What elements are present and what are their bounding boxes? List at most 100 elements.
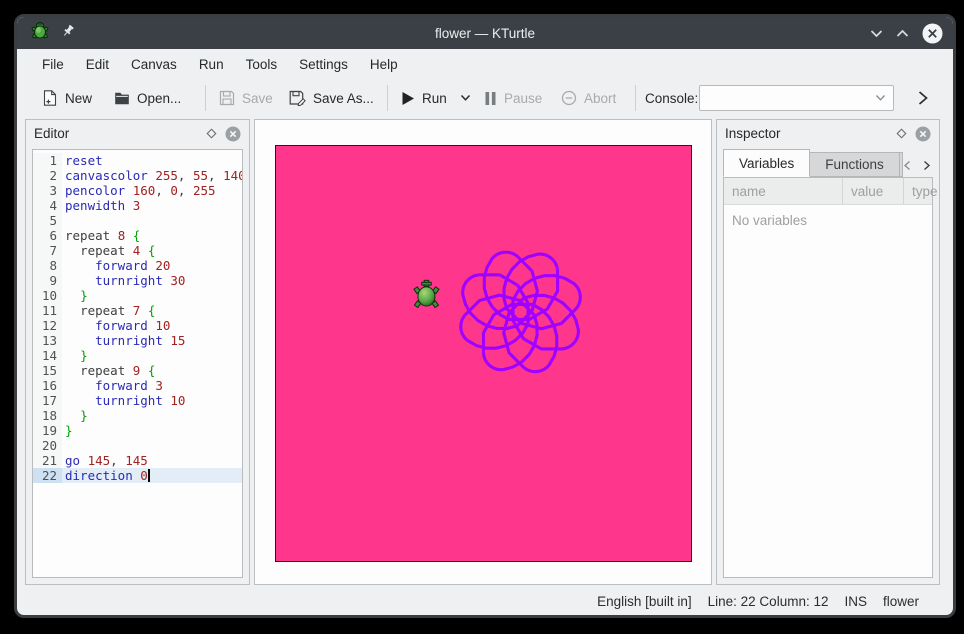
editor-panel-header: Editor — [26, 120, 249, 147]
editor-line-6[interactable]: 6repeat 8 { — [33, 228, 242, 243]
save-button: Save — [215, 83, 277, 113]
run-label: Run — [422, 91, 447, 106]
line-number: 15 — [33, 363, 62, 378]
menu-item-help[interactable]: Help — [359, 53, 409, 76]
line-text: go 145, 145 — [62, 453, 148, 468]
menu-item-canvas[interactable]: Canvas — [120, 53, 188, 76]
close-panel-icon[interactable] — [915, 126, 931, 142]
line-text: } — [62, 288, 88, 303]
status-language: English [built in] — [597, 594, 692, 609]
turtle-canvas[interactable] — [275, 145, 692, 562]
close-button[interactable] — [922, 23, 943, 44]
line-number: 2 — [33, 168, 62, 183]
toolbar-overflow-button[interactable] — [913, 83, 933, 113]
code-editor[interactable]: 1reset2canvascolor 255, 55, 1403pencolor… — [32, 149, 243, 578]
tab-functions[interactable]: Functions — [810, 152, 900, 177]
editor-line-5[interactable]: 5 — [33, 213, 242, 228]
column-name[interactable]: name — [724, 178, 843, 204]
open-folder-icon — [114, 90, 130, 106]
line-number: 21 — [33, 453, 62, 468]
line-text: } — [62, 423, 73, 438]
editor-line-21[interactable]: 21go 145, 145 — [33, 453, 242, 468]
window-title: flower — KTurtle — [17, 26, 953, 41]
editor-line-2[interactable]: 2canvascolor 255, 55, 140 — [33, 168, 242, 183]
line-number: 22 — [33, 468, 62, 483]
editor-line-7[interactable]: 7 repeat 4 { — [33, 243, 242, 258]
chevron-right-icon — [917, 90, 929, 106]
line-number: 20 — [33, 438, 62, 453]
line-text: turnright 15 — [62, 333, 185, 348]
line-text: canvascolor 255, 55, 140 — [62, 168, 243, 183]
line-number: 19 — [33, 423, 62, 438]
line-number: 17 — [33, 393, 62, 408]
toolbar-separator — [387, 85, 388, 111]
line-number: 11 — [33, 303, 62, 318]
editor-line-3[interactable]: 3pencolor 160, 0, 255 — [33, 183, 242, 198]
editor-line-11[interactable]: 11 repeat 7 { — [33, 303, 242, 318]
variables-table-header: name value type — [724, 178, 932, 205]
editor-line-16[interactable]: 16 forward 3 — [33, 378, 242, 393]
line-number: 7 — [33, 243, 62, 258]
menu-item-run[interactable]: Run — [188, 53, 235, 76]
toolbar-separator — [635, 85, 636, 111]
editor-line-8[interactable]: 8 forward 20 — [33, 258, 242, 273]
menu-item-tools[interactable]: Tools — [235, 53, 289, 76]
no-variables-text: No variables — [724, 205, 932, 228]
save-as-floppy-pencil-icon — [289, 90, 306, 106]
editor-line-20[interactable]: 20 — [33, 438, 242, 453]
line-number: 10 — [33, 288, 62, 303]
maximize-button[interactable] — [896, 29, 909, 38]
menu-item-edit[interactable]: Edit — [75, 53, 120, 76]
line-number: 8 — [33, 258, 62, 273]
line-text: repeat 7 { — [62, 303, 155, 318]
editor-line-18[interactable]: 18 } — [33, 408, 242, 423]
open-button[interactable]: Open... — [110, 83, 185, 113]
inspector-panel-header: Inspector — [717, 120, 939, 147]
editor-line-19[interactable]: 19} — [33, 423, 242, 438]
pin-icon[interactable] — [61, 24, 75, 43]
console-dropdown-icon — [875, 94, 886, 102]
float-panel-icon[interactable] — [206, 128, 217, 139]
column-value[interactable]: value — [843, 178, 904, 204]
line-text: repeat 8 { — [62, 228, 140, 243]
line-number: 12 — [33, 318, 62, 333]
tab-scroll-right-icon[interactable] — [922, 160, 931, 171]
editor-line-9[interactable]: 9 turnright 30 — [33, 273, 242, 288]
editor-line-4[interactable]: 4penwidth 3 — [33, 198, 242, 213]
line-number: 13 — [33, 333, 62, 348]
save-as-button[interactable]: Save As... — [285, 83, 378, 113]
editor-line-13[interactable]: 13 turnright 15 — [33, 333, 242, 348]
editor-title: Editor — [34, 126, 69, 141]
close-panel-icon[interactable] — [225, 126, 241, 142]
line-number: 1 — [33, 153, 62, 168]
float-panel-icon[interactable] — [896, 128, 907, 139]
line-text: penwidth 3 — [62, 198, 140, 213]
editor-line-15[interactable]: 15 repeat 9 { — [33, 363, 242, 378]
menu-item-file[interactable]: File — [31, 53, 75, 76]
editor-line-14[interactable]: 14 } — [33, 348, 242, 363]
new-button[interactable]: New — [38, 83, 96, 113]
minimize-button[interactable] — [870, 29, 883, 38]
abort-icon — [561, 90, 577, 106]
menu-item-settings[interactable]: Settings — [288, 53, 359, 76]
tab-scroll-left-icon[interactable] — [903, 160, 912, 171]
inspector-panel: Inspector Variables Functions — [716, 119, 940, 585]
run-button[interactable]: Run — [397, 83, 475, 113]
line-text: } — [62, 408, 88, 423]
run-play-icon — [401, 91, 415, 106]
statusbar: English [built in] Line: 22 Column: 12 I… — [17, 587, 953, 615]
editor-line-17[interactable]: 17 turnright 10 — [33, 393, 242, 408]
editor-line-1[interactable]: 1reset — [33, 153, 242, 168]
editor-line-12[interactable]: 12 forward 10 — [33, 318, 242, 333]
open-label: Open... — [137, 91, 181, 106]
tab-variables[interactable]: Variables — [723, 149, 810, 177]
editor-line-10[interactable]: 10 } — [33, 288, 242, 303]
toolbar: New Open... Save Save As... — [17, 79, 953, 117]
column-type[interactable]: type — [904, 178, 938, 204]
status-document-name: flower — [883, 594, 919, 609]
editor-line-22[interactable]: 22direction 0 — [33, 468, 242, 483]
text-cursor — [148, 469, 150, 482]
line-text: repeat 9 { — [62, 363, 155, 378]
line-text: turnright 30 — [62, 273, 185, 288]
console-input[interactable] — [699, 85, 894, 111]
